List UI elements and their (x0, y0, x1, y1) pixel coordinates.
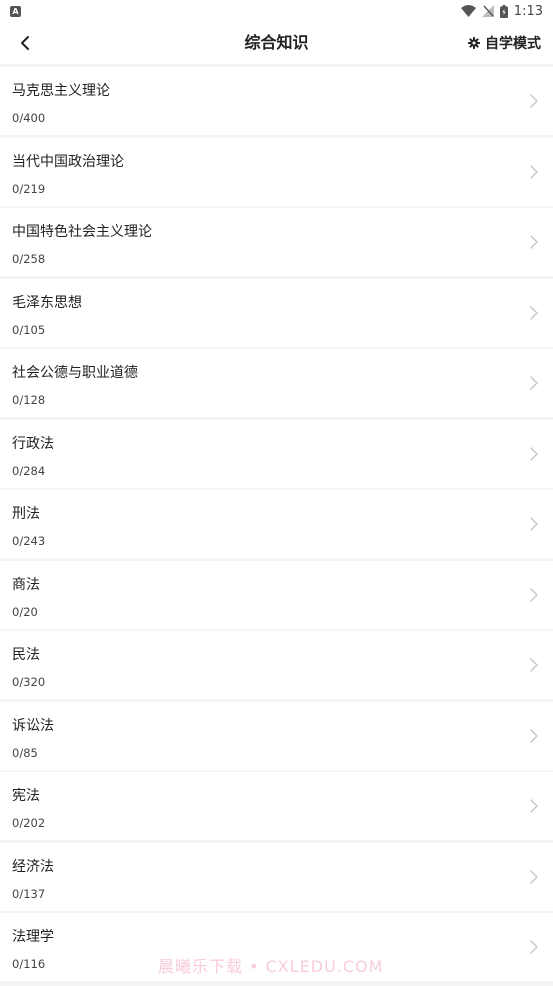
chevron-left-icon (21, 36, 29, 50)
list-item[interactable]: 诉讼法 0/85 (0, 701, 553, 770)
chevron-right-icon (530, 164, 538, 179)
item-count: 0/243 (12, 534, 46, 548)
item-count: 0/320 (12, 675, 46, 689)
list-item[interactable]: 刑法 0/243 (0, 490, 553, 558)
chevron-right-icon (530, 799, 538, 813)
self-study-mode-label: 自学模式 (485, 36, 541, 52)
list-item[interactable]: 马克思主义理论 0/400 (0, 67, 553, 135)
list-item[interactable]: 商法 0/20 (0, 560, 553, 629)
chevron-right-icon (530, 305, 538, 320)
item-title: 刑法 (12, 506, 40, 522)
status-bar: A 1:13 (0, 0, 553, 22)
list-item[interactable]: 社会公德与职业道德 0/128 (0, 349, 553, 417)
chevron-right-icon (530, 517, 538, 531)
list-item[interactable]: 行政法 0/284 (0, 419, 553, 488)
item-title: 社会公德与职业道德 (12, 365, 138, 381)
item-count: 0/85 (12, 745, 38, 760)
chevron-right-icon (530, 940, 538, 954)
chevron-right-icon (530, 869, 538, 884)
list-item[interactable]: 民法 0/320 (0, 631, 553, 699)
item-title: 诉讼法 (12, 717, 54, 734)
chevron-right-icon (530, 235, 538, 249)
item-count: 0/105 (12, 322, 46, 337)
item-count: 0/258 (12, 252, 46, 266)
chevron-right-icon (530, 94, 538, 108)
chevron-right-icon (530, 446, 538, 461)
item-title: 宪法 (12, 788, 40, 804)
item-count: 0/137 (12, 886, 46, 901)
item-count: 0/202 (12, 816, 46, 830)
item-title: 商法 (12, 576, 40, 593)
battery-icon (499, 4, 508, 18)
chevron-right-icon (530, 587, 538, 602)
self-study-mode-button[interactable]: 自学模式 (468, 30, 541, 56)
item-count: 0/128 (12, 393, 46, 407)
category-list: 马克思主义理论 0/400 当代中国政治理论 0/219 中国特色社会主义理论 … (0, 67, 553, 984)
list-item[interactable]: 当代中国政治理论 0/219 (0, 137, 553, 206)
item-title: 毛泽东思想 (12, 294, 82, 311)
item-count: 0/20 (12, 604, 38, 619)
watermark: 晨曦乐下载 • CXLEDU.COM (158, 957, 384, 976)
status-right: 1:13 (460, 3, 543, 19)
back-button[interactable] (12, 30, 38, 56)
top-app-bar: 综合知识 自学模式 (0, 22, 553, 64)
list-item[interactable]: 经济法 0/137 (0, 842, 553, 911)
item-title: 法理学 (12, 929, 54, 945)
wifi-icon (460, 5, 476, 17)
app-notification-icon: A (10, 5, 21, 17)
item-title: 行政法 (12, 435, 54, 452)
item-title: 马克思主义理论 (12, 83, 110, 99)
status-time: 1:13 (513, 3, 543, 19)
item-count: 0/116 (12, 957, 46, 971)
gear-icon (468, 37, 480, 49)
item-count: 0/400 (12, 111, 46, 125)
list-item[interactable]: 宪法 0/202 (0, 772, 553, 840)
status-left: A (10, 5, 21, 17)
list-item[interactable]: 中国特色社会主义理论 0/258 (0, 208, 553, 276)
chevron-right-icon (530, 658, 538, 672)
item-count: 0/219 (12, 181, 46, 196)
item-title: 当代中国政治理论 (12, 153, 124, 170)
item-count: 0/284 (12, 463, 46, 478)
list-item[interactable]: 毛泽东思想 0/105 (0, 278, 553, 347)
item-title: 民法 (12, 647, 40, 663)
chevron-right-icon (530, 728, 538, 743)
no-signal-icon (481, 5, 494, 17)
chevron-right-icon (530, 376, 538, 390)
item-title: 经济法 (12, 858, 54, 875)
item-title: 中国特色社会主义理论 (12, 224, 152, 240)
